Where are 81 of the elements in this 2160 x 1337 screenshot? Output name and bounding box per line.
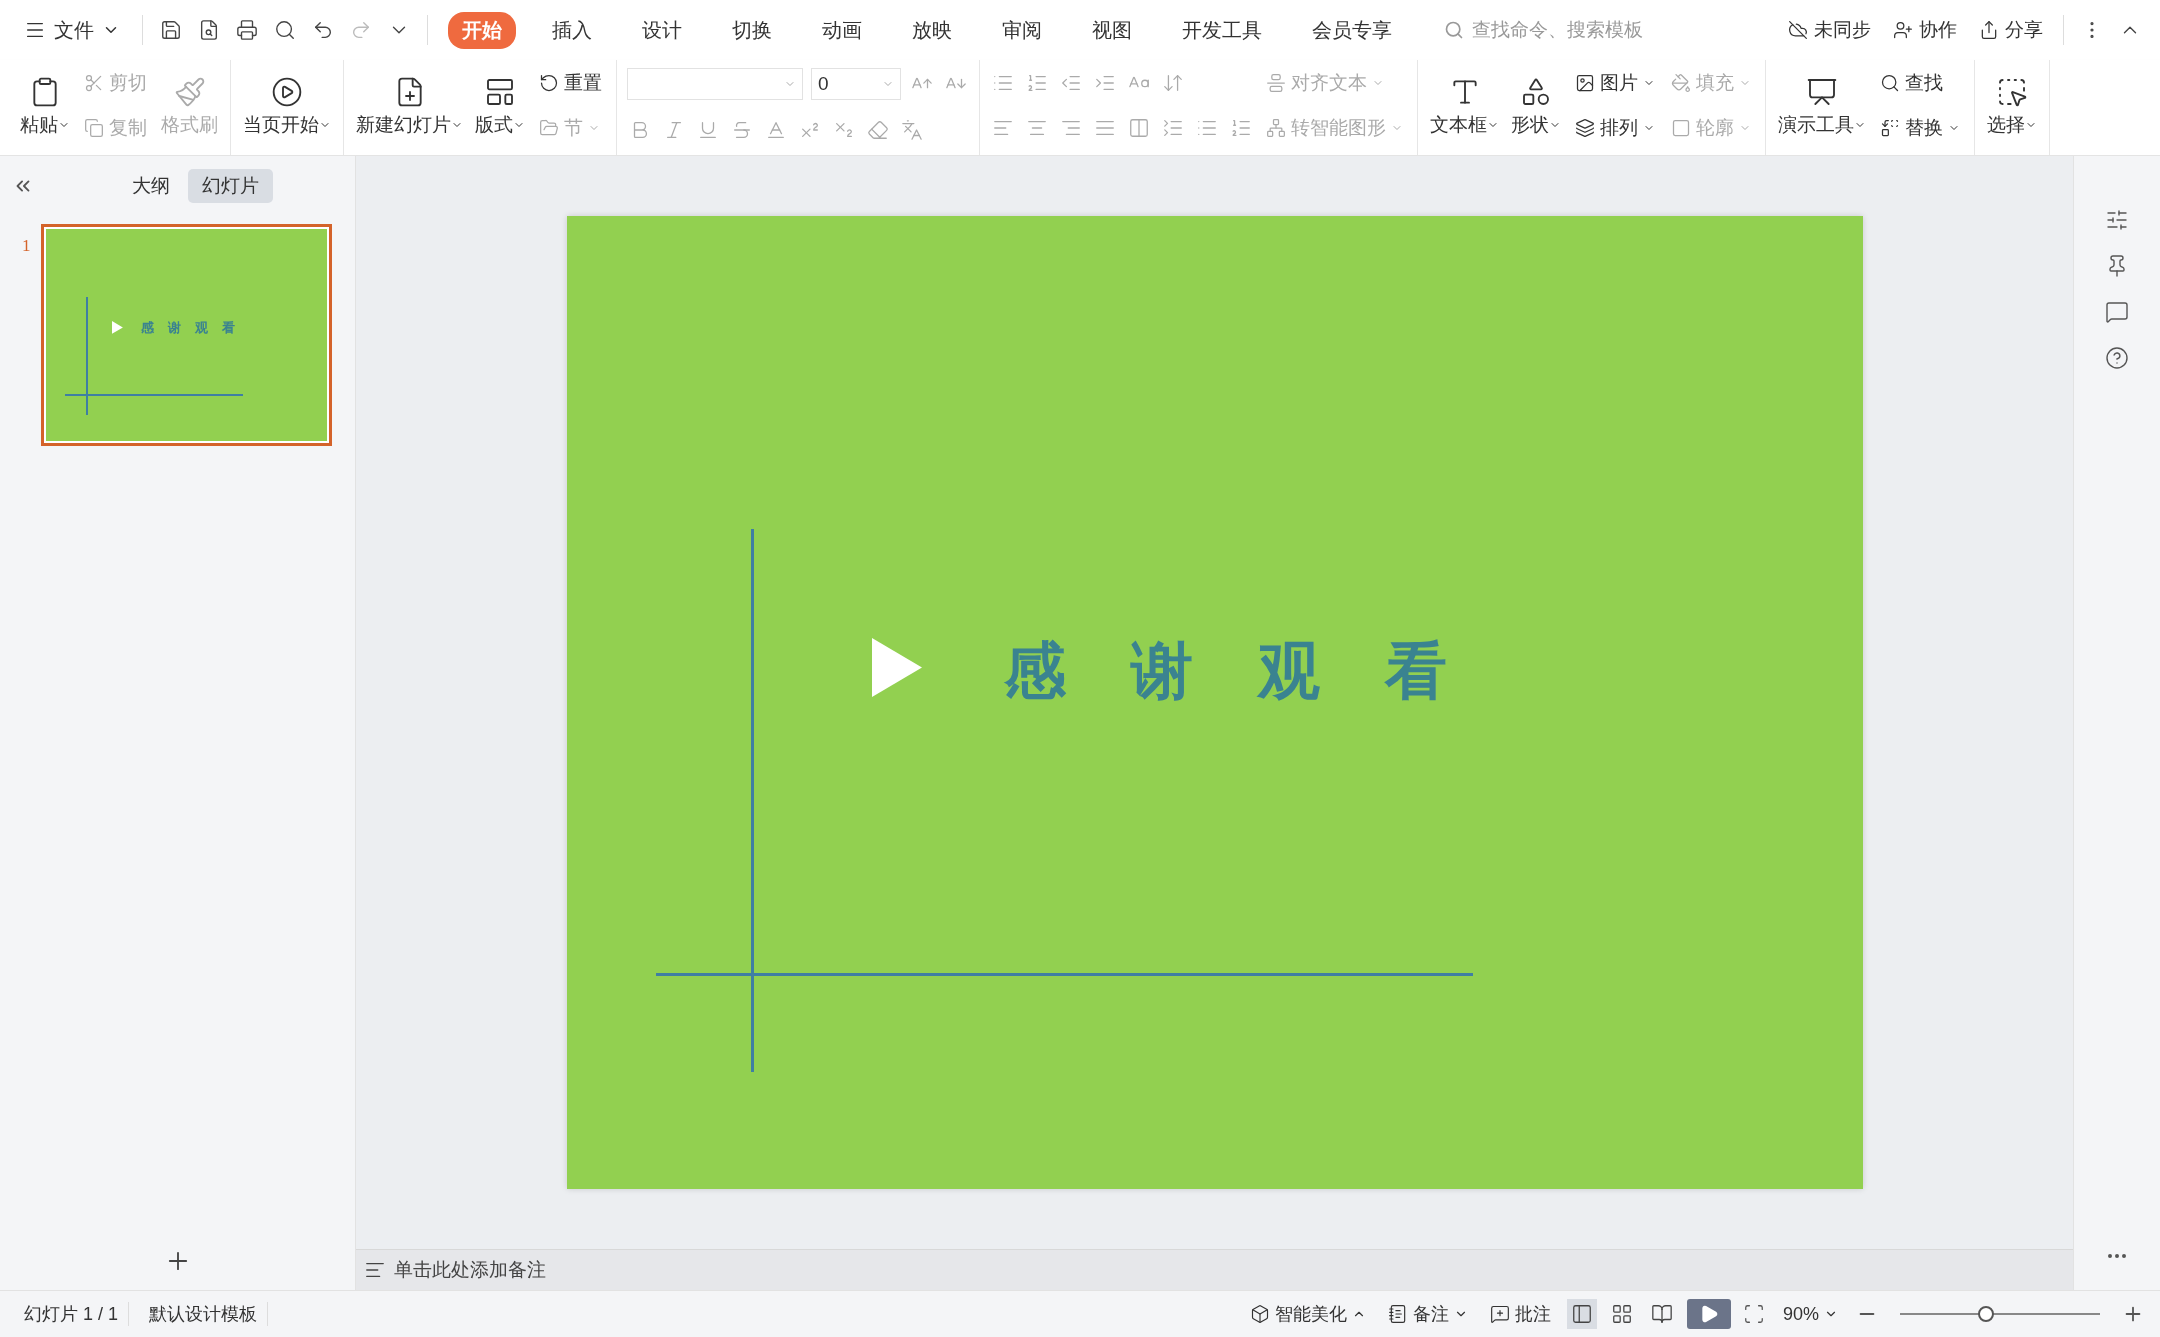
- ribbon-tab[interactable]: 放映: [898, 11, 966, 49]
- fill-icon: [1671, 72, 1691, 93]
- undo-icon[interactable]: [312, 19, 334, 41]
- shape-button[interactable]: 形状: [1509, 69, 1563, 142]
- replace-icon: [1880, 118, 1900, 139]
- comment-add-icon: [1489, 1304, 1510, 1324]
- zoom-thumb[interactable]: [1978, 1306, 1994, 1322]
- smart-graphic-icon: [1266, 118, 1286, 139]
- phonetic-icon[interactable]: [901, 118, 923, 141]
- text-box-button[interactable]: 文本框: [1428, 69, 1501, 142]
- ribbon-tab[interactable]: 开发工具: [1168, 11, 1276, 49]
- top-action[interactable]: 分享: [1971, 13, 2051, 47]
- ribbon-tab[interactable]: 审阅: [988, 11, 1056, 49]
- reset-button[interactable]: 重置: [535, 67, 606, 98]
- grid-view-icon: [1610, 1303, 1633, 1325]
- search-icon: [1444, 20, 1464, 40]
- font-size-field[interactable]: 0: [811, 68, 901, 101]
- comments-button[interactable]: 批注: [1483, 1299, 1557, 1329]
- help-icon[interactable]: [2105, 346, 2129, 370]
- export-icon[interactable]: [198, 19, 220, 41]
- redo-icon[interactable]: [350, 19, 372, 41]
- new-slide-button[interactable]: 新建幻灯片: [354, 69, 465, 142]
- save-icon[interactable]: [160, 19, 182, 41]
- play-button[interactable]: [1686, 1299, 1731, 1329]
- comment-icon[interactable]: [2105, 300, 2129, 324]
- font-name-field[interactable]: [627, 68, 803, 101]
- slide-title: 感谢观看: [1003, 640, 1512, 702]
- notes-button[interactable]: 备注: [1381, 1299, 1474, 1329]
- distribute-icon[interactable]: [1128, 117, 1150, 140]
- search-field[interactable]: 查找命令、搜索模板: [1444, 18, 1674, 42]
- play-from-current-button[interactable]: 当页开始: [241, 69, 333, 142]
- ribbon-tab[interactable]: 视图: [1078, 11, 1146, 49]
- copy-icon: [84, 118, 104, 139]
- ribbon-tab[interactable]: 插入: [538, 11, 606, 49]
- presentation-tools-button[interactable]: 演示工具: [1776, 69, 1868, 142]
- beautify-button[interactable]: 智能美化: [1243, 1299, 1372, 1329]
- play-triangle-icon: [111, 320, 123, 334]
- scissors-icon: [84, 72, 104, 93]
- slide-title: 感谢观看: [140, 321, 250, 335]
- ribbon-tab[interactable]: 设计: [628, 11, 696, 49]
- outline-icon: [1671, 118, 1691, 139]
- top-action[interactable]: 未同步: [1780, 13, 1879, 47]
- eraser-icon[interactable]: [867, 118, 889, 141]
- paste-button[interactable]: 粘贴: [18, 69, 72, 142]
- ribbon-tab[interactable]: 切换: [718, 11, 786, 49]
- zoom-level[interactable]: 90%: [1776, 1300, 1844, 1328]
- print-icon[interactable]: [236, 19, 258, 41]
- cloud-icon: [1788, 20, 1808, 40]
- share-icon: [1979, 20, 1999, 40]
- ribbon-tab[interactable]: 动画: [808, 11, 876, 49]
- arrange-button[interactable]: 排列: [1571, 113, 1659, 144]
- panel-tab[interactable]: 幻灯片: [188, 169, 273, 203]
- user-plus-icon: [1893, 20, 1913, 40]
- template-name: 默认设计模板: [139, 1302, 269, 1326]
- find-button[interactable]: 查找: [1876, 67, 1964, 98]
- picture-button[interactable]: 图片: [1571, 67, 1659, 98]
- replace-button[interactable]: 替换: [1876, 113, 1964, 144]
- notes-icon: [1387, 1304, 1408, 1324]
- play-circle-icon: [271, 75, 303, 108]
- top-action[interactable]: 协作: [1885, 13, 1965, 47]
- notes-placeholder[interactable]: 单击此处添加备注: [394, 1257, 546, 1283]
- reading-view-icon: [1650, 1303, 1673, 1325]
- search-icon: [1880, 72, 1900, 93]
- align-text-icon: [1266, 72, 1286, 93]
- layers-icon: [1575, 118, 1595, 139]
- panel-tab[interactable]: 大纲: [118, 169, 184, 203]
- play-triangle-icon: [871, 638, 922, 697]
- image-icon: [1575, 72, 1595, 93]
- normal-view-icon: [1570, 1303, 1593, 1325]
- paintbrush-icon: [173, 75, 206, 108]
- file-menu[interactable]: 文件: [14, 12, 130, 48]
- select-button[interactable]: 选择: [1985, 69, 2039, 142]
- fit-icon[interactable]: [1742, 1303, 1765, 1325]
- slide-count: 幻灯片 1 / 1: [14, 1302, 130, 1326]
- layout-button[interactable]: 版式: [473, 69, 527, 142]
- settings-icon[interactable]: [2105, 208, 2129, 232]
- cube-icon: [1249, 1304, 1270, 1324]
- slide-number: 1: [22, 235, 31, 256]
- view-button[interactable]: [1566, 1299, 1597, 1329]
- ribbon-tab[interactable]: 会员专享: [1298, 11, 1406, 49]
- reset-icon: [539, 72, 559, 93]
